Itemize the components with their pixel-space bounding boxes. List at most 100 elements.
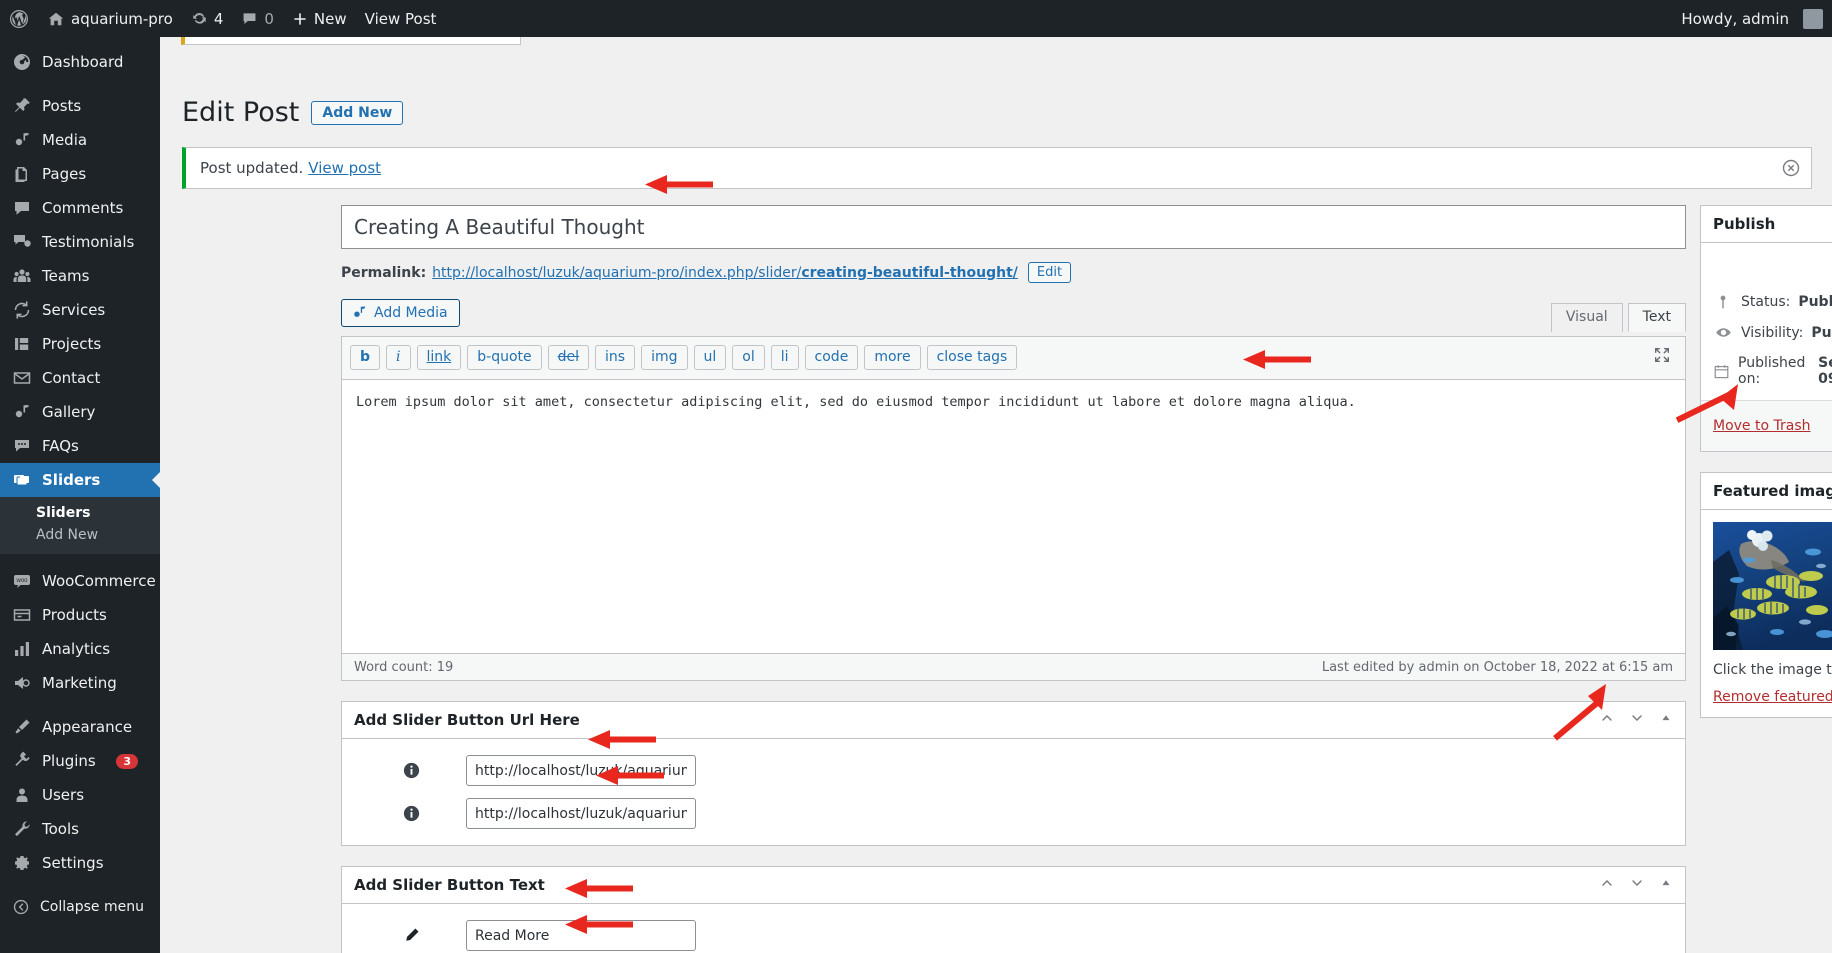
quicktag-i[interactable]: i (386, 345, 411, 370)
sidebar-item-comments[interactable]: Comments (0, 191, 160, 225)
slider-button-url-2-input[interactable] (466, 798, 696, 829)
sidebar-item-dashboard[interactable]: Dashboard (0, 45, 160, 79)
move-to-trash-link[interactable]: Move to Trash (1713, 418, 1811, 434)
sidebar-item-pages[interactable]: Pages (0, 157, 160, 191)
sidebar-label: Contact (42, 369, 101, 387)
tools-icon (15, 821, 30, 837)
edit-permalink-button[interactable]: Edit (1027, 262, 1072, 283)
submenu-item-add-new[interactable]: Add New (0, 524, 160, 546)
sidebar-label: Marketing (42, 674, 117, 692)
quicktag-b[interactable]: b (350, 345, 381, 370)
sidebar-item-sliders[interactable]: Sliders (0, 463, 160, 497)
sidebar-item-users[interactable]: Users (0, 778, 160, 812)
move-down-icon[interactable] (1629, 710, 1645, 730)
sidebar-item-testimonials[interactable]: Testimonials (0, 225, 160, 259)
metabox-add-slider-button-url: Add Slider Button Url Here (341, 701, 1686, 846)
sidebar-item-woocommerce[interactable]: woo WooCommerce (0, 564, 160, 598)
sidebar-item-services[interactable]: Services (0, 293, 160, 327)
updates-icon (193, 12, 206, 24)
quicktags-toolbar: b i link b-quote del ins img ul ol li co… (342, 337, 1685, 380)
permalink-link[interactable]: http://localhost/luzuk/aquarium-pro/inde… (432, 265, 1018, 281)
status-label: Status: (1741, 294, 1791, 310)
sidebar-item-products[interactable]: Products (0, 598, 160, 632)
dismiss-icon[interactable] (1781, 158, 1801, 178)
sidebar-item-projects[interactable]: Projects (0, 327, 160, 361)
my-account-menu[interactable]: Howdy, admin (1672, 0, 1832, 37)
sidebar-label: Tools (42, 820, 79, 838)
analytics-icon (15, 642, 29, 656)
quicktag-ol[interactable]: ol (732, 345, 765, 370)
sidebar-item-media[interactable]: Media (0, 123, 160, 157)
sidebar-item-appearance[interactable]: Appearance (0, 710, 160, 744)
updates-menu[interactable]: 4 (182, 0, 233, 37)
quicktag-link[interactable]: link (416, 345, 462, 370)
remove-featured-image-link[interactable]: Remove featured image (1713, 689, 1832, 705)
quicktag-ins[interactable]: ins (595, 345, 636, 370)
post-title-input[interactable] (352, 214, 1675, 240)
comments-menu[interactable]: 0 (232, 0, 283, 37)
move-down-icon[interactable] (1629, 875, 1645, 895)
quicktag-close-tags[interactable]: close tags (926, 345, 1018, 370)
view-post-link[interactable]: View post (308, 159, 381, 177)
quicktag-li[interactable]: li (770, 345, 799, 370)
metabox-title: Add Slider Button Url Here (354, 711, 580, 729)
add-media-label: Add Media (374, 304, 448, 321)
view-post-label: View Post (364, 9, 437, 28)
tab-text[interactable]: Text (1627, 303, 1686, 332)
published-on-value: Sep 6, 2022 at 09:00 (1818, 355, 1832, 387)
metabox-add-slider-button-text: Add Slider Button Text (341, 866, 1686, 953)
users-icon (16, 788, 28, 802)
fullscreen-icon[interactable] (1653, 346, 1671, 368)
sidebar-item-faqs[interactable]: FAQs (0, 429, 160, 463)
sidebar-item-settings[interactable]: Settings (0, 846, 160, 880)
sidebar-item-teams[interactable]: Teams (0, 259, 160, 293)
quicktag-more[interactable]: more (864, 345, 921, 370)
testimonials-icon (14, 235, 31, 247)
sidebar-item-contact[interactable]: Contact (0, 361, 160, 395)
post-content-textarea[interactable]: Lorem ipsum dolor sit amet, consectetur … (342, 380, 1685, 649)
quicktag-ul[interactable]: ul (693, 345, 727, 370)
sidebar-item-collapse-menu[interactable]: Collapse menu (0, 890, 160, 924)
new-content-menu[interactable]: New (283, 0, 356, 37)
metabox-handle-actions (1599, 875, 1673, 895)
page-header: Edit Post Add New (182, 95, 404, 130)
sidebar-label: Projects (42, 335, 102, 353)
editor-mode-tabs: Visual Text (1546, 299, 1686, 332)
add-new-button[interactable]: Add New (311, 100, 404, 125)
tab-visual[interactable]: Visual (1550, 303, 1623, 332)
quicktag-img[interactable]: img (641, 345, 688, 370)
slider-url-row-2 (356, 798, 1671, 829)
site-name-menu[interactable]: aquarium-pro (38, 0, 182, 37)
move-up-icon[interactable] (1599, 875, 1615, 895)
wordpress-logo-menu[interactable] (0, 0, 38, 37)
quicktag-code[interactable]: code (804, 345, 859, 370)
wordpress-logo-icon (10, 9, 28, 28)
featured-image-thumbnail[interactable] (1713, 522, 1832, 650)
sidebar-item-analytics[interactable]: Analytics (0, 632, 160, 666)
submenu-item-sliders[interactable]: Sliders (0, 502, 160, 524)
quicktag-del[interactable]: del (547, 345, 590, 370)
toggle-panel-icon[interactable] (1659, 876, 1673, 894)
visibility-value: Public (1811, 324, 1832, 341)
sidebar-item-tools[interactable]: Tools (0, 812, 160, 846)
move-up-icon[interactable] (1599, 710, 1615, 730)
add-media-button[interactable]: Add Media (341, 299, 460, 327)
toggle-panel-icon[interactable] (1659, 711, 1673, 729)
quicktag-b-quote[interactable]: b-quote (467, 345, 542, 370)
sidebar-item-gallery[interactable]: Gallery (0, 395, 160, 429)
comments-icon (15, 202, 29, 215)
post-title-wrap (341, 205, 1686, 249)
sidebar-item-marketing[interactable]: Marketing (0, 666, 160, 700)
last-edited: Last edited by admin on October 18, 2022… (1321, 659, 1673, 675)
admin-bar: aquarium-pro 4 0 New View Post Howdy, ad… (0, 0, 1832, 37)
slider-button-text-1-input[interactable] (466, 920, 696, 951)
pin-small-icon (1713, 294, 1733, 310)
faqs-icon (15, 440, 29, 452)
view-post-menu[interactable]: View Post (356, 0, 446, 37)
editor-container: b i link b-quote del ins img ul ol li co… (341, 336, 1686, 681)
slider-button-url-1-input[interactable] (466, 755, 696, 786)
status-value: Published (1798, 294, 1832, 310)
sidebar-item-posts[interactable]: Posts (0, 89, 160, 123)
sidebar-label: Teams (42, 267, 90, 285)
sidebar-item-plugins[interactable]: Plugins 3 (0, 744, 160, 778)
